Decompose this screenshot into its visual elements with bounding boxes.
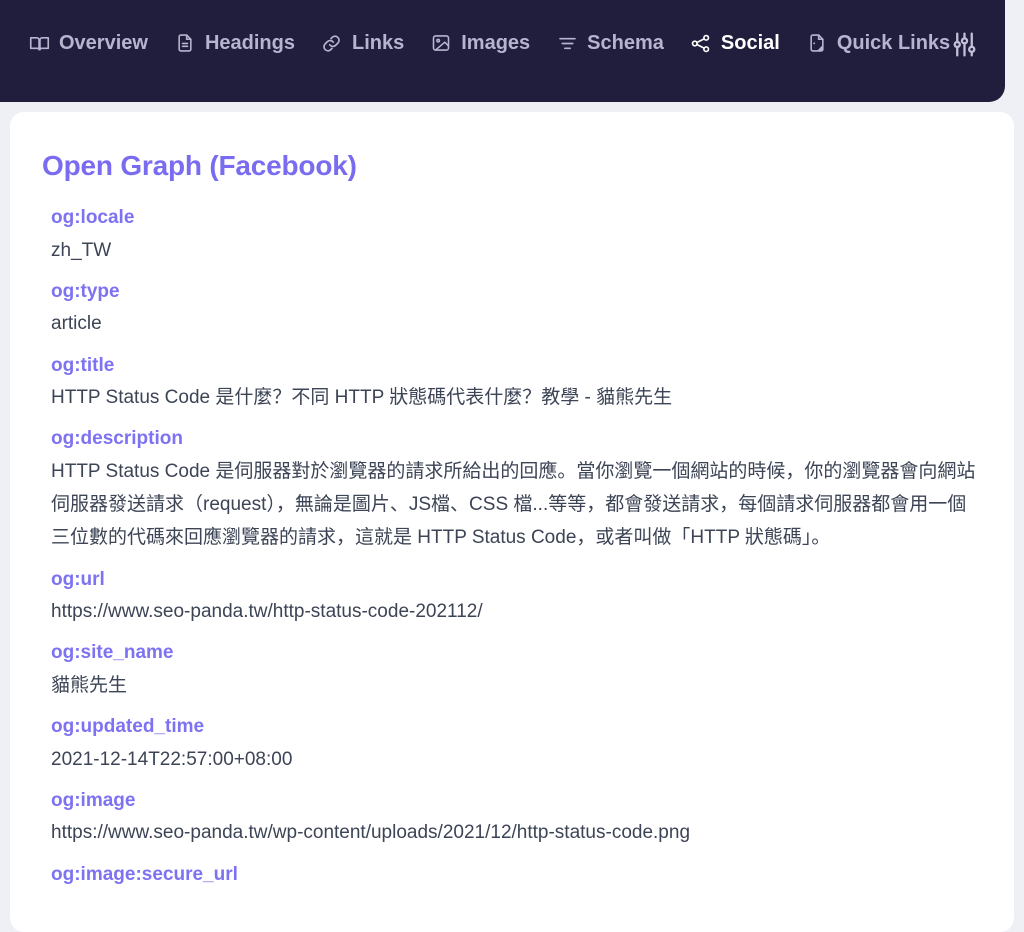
property-value: HTTP Status Code 是伺服器對於瀏覽器的請求所給出的回應。當你瀏覽… [51,460,976,549]
book-icon [28,32,50,54]
list-item: og:description HTTP Status Code 是伺服器對於瀏覽… [51,425,984,554]
image-icon [430,32,452,54]
nav-tab-social[interactable]: Social [690,32,780,54]
property-value: article [51,313,102,335]
open-graph-property-list: og:locale zh_TW og:type article og:title… [40,204,984,889]
property-key: og:type [51,280,120,302]
share-icon [690,32,712,54]
property-value: 2021-12-14T22:57:00+08:00 [51,748,293,770]
sliders-icon [950,30,979,64]
property-key: og:image [51,789,136,811]
settings-button[interactable] [950,32,979,62]
document-icon [174,32,196,54]
nav-tab-label: Images [461,32,531,54]
property-value: https://www.seo-panda.tw/wp-content/uplo… [51,822,691,844]
nav-tab-label: Social [720,32,780,54]
list-item: og:site_name 貓熊先生 [51,639,984,702]
nav-tab-label: Overview [59,32,148,54]
list-item: og:image https://www.seo-panda.tw/wp-con… [51,787,984,850]
nav-tab-list: Overview Headings Links Images Schema So… [28,32,950,54]
social-panel-card: Open Graph (Facebook) og:locale zh_TW og… [10,112,1014,932]
property-key: og:locale [51,207,135,228]
top-navbar: Overview Headings Links Images Schema So… [0,0,1005,102]
list-item: og:locale zh_TW [51,204,984,267]
nav-tab-links[interactable]: Links [321,32,404,54]
property-value: HTTP Status Code 是什麼？不同 HTTP 狀態碼代表什麼？教學 … [51,387,673,408]
nav-tab-label: Headings [204,32,295,54]
property-key: og:updated_time [51,716,205,737]
list-item: og:image:secure_url [51,861,984,890]
list-item: og:type article [51,278,984,341]
link-icon [321,32,343,54]
nav-tab-label: Quick Links [836,32,951,54]
nav-tab-label: Links [351,32,405,54]
property-value: https://www.seo-panda.tw/http-status-cod… [51,601,483,622]
property-key: og:image:secure_url [51,863,238,885]
list-item: og:url https://www.seo-panda.tw/http-sta… [51,566,984,629]
property-value: 貓熊先生 [51,674,128,696]
property-key: og:title [51,354,115,376]
property-key: og:description [51,428,183,450]
nav-tab-overview[interactable]: Overview [28,32,148,54]
page-title: Open Graph (Facebook) [42,150,357,181]
nav-tab-quick-links[interactable]: Quick Links [806,32,950,54]
list-item: og:updated_time 2021-12-14T22:57:00+08:0… [51,713,984,776]
property-value: zh_TW [51,239,112,261]
property-key: og:site_name [51,642,174,664]
list-item: og:title HTTP Status Code 是什麼？不同 HTTP 狀態… [51,352,984,415]
quick-links-icon [806,32,828,54]
nav-tab-schema[interactable]: Schema [556,32,664,54]
nav-tab-label: Schema [587,32,664,54]
list-icon [556,32,578,54]
nav-tab-images[interactable]: Images [430,32,530,54]
property-key: og:url [51,568,105,590]
nav-tab-headings[interactable]: Headings [174,32,295,54]
